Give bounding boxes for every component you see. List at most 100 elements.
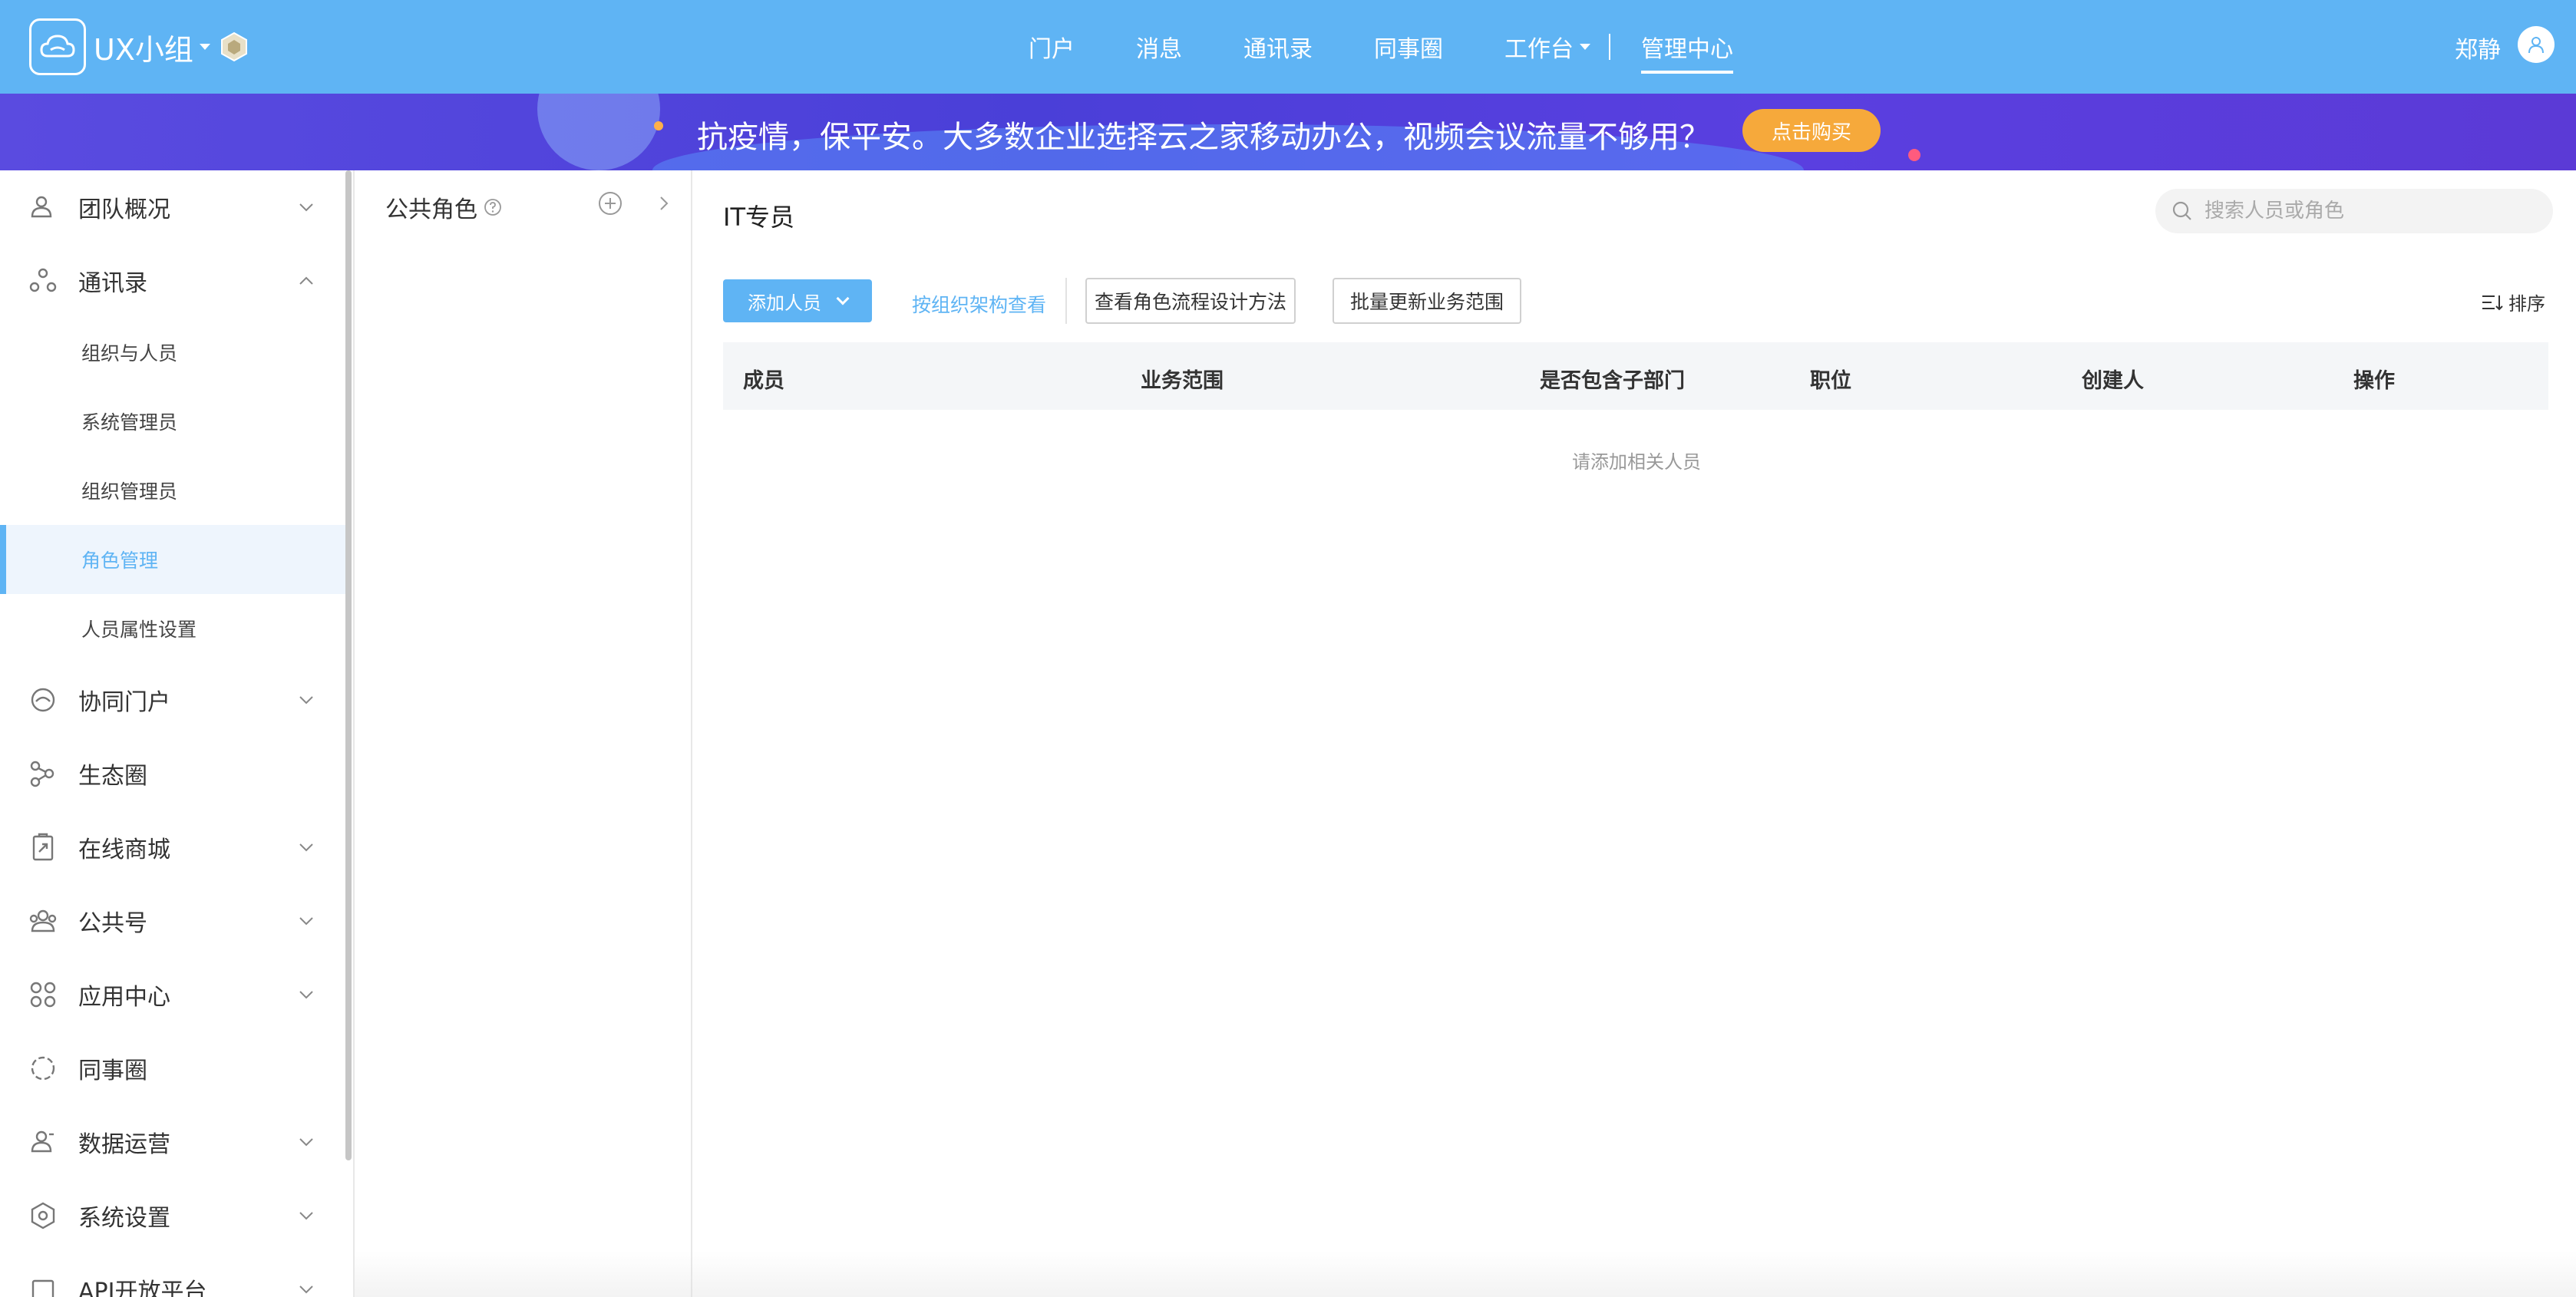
sidebar-subitem-label: 人员属性设置 <box>81 619 197 641</box>
data-ops-icon <box>31 1130 54 1153</box>
banner-dot <box>1908 149 1920 161</box>
ecosystem-icon <box>30 761 54 787</box>
nav-messages[interactable]: 消息 <box>1136 0 1182 94</box>
sort-icon <box>2482 295 2503 310</box>
portal-icon <box>31 688 55 712</box>
column-member: 成员 <box>743 369 784 393</box>
cloud-logo-icon <box>29 18 86 75</box>
settings-icon <box>31 1202 55 1229</box>
sidebar-item-team-overview[interactable]: 团队概况 <box>0 170 345 244</box>
sidebar-scrollbar[interactable] <box>345 170 352 1160</box>
sidebar-item-api-platform[interactable]: API开放平台 <box>0 1252 345 1297</box>
sidebar-item-shop[interactable]: 在线商城 <box>0 810 345 884</box>
chevron-down-icon <box>299 917 313 926</box>
nav-contacts-label: 通讯录 <box>1243 36 1313 63</box>
nav-portal-label: 门户 <box>1029 36 1075 63</box>
table-header: 成员 业务范围 是否包含子部门 职位 创建人 操作 <box>723 342 2548 410</box>
sidebar-item-app-center[interactable]: 应用中心 <box>0 958 345 1031</box>
chevron-down-icon <box>299 991 313 999</box>
sidebar-item-label: 协同门户 <box>78 689 170 716</box>
caret-down-icon <box>1580 44 1590 50</box>
add-role-icon[interactable] <box>597 190 623 216</box>
view-flow-design-button[interactable]: 查看角色流程设计方法 <box>1085 278 1296 324</box>
nav-colleague-circle-label: 同事圈 <box>1374 36 1443 63</box>
shop-icon <box>32 833 54 861</box>
sidebar-item-contacts[interactable]: 通讯录 <box>0 244 345 318</box>
caret-down-icon[interactable] <box>199 44 210 50</box>
sidebar-subitem-person-attributes[interactable]: 人员属性设置 <box>0 594 345 663</box>
team-switcher[interactable]: UX小组 <box>29 18 250 75</box>
sidebar-subitem-label: 角色管理 <box>81 549 159 572</box>
chevron-up-icon <box>299 276 313 285</box>
chevron-down-icon <box>836 292 850 305</box>
apps-icon <box>30 982 56 1008</box>
column-actions: 操作 <box>2353 369 2395 393</box>
sidebar: 团队概况 通讯录 组织与人员 系统管理员 组织管理员 角色管理 人员属性设置 协… <box>0 170 355 1297</box>
sidebar-item-ecosystem[interactable]: 生态圈 <box>0 737 345 810</box>
roles-panel-title[interactable]: 公共角色 <box>385 190 502 224</box>
nav-admin-center-label: 管理中心 <box>1641 36 1733 63</box>
chevron-right-icon[interactable] <box>654 193 674 213</box>
search-icon <box>2172 201 2191 220</box>
sidebar-item-colleague-circle[interactable]: 同事圈 <box>0 1031 345 1105</box>
nav-colleague-circle[interactable]: 同事圈 <box>1374 0 1443 94</box>
nav-admin-center[interactable]: 管理中心 <box>1641 0 1733 94</box>
toolbar-divider <box>1065 278 1067 324</box>
chevron-down-icon <box>299 696 313 705</box>
add-member-button[interactable]: 添加人员 <box>723 279 872 322</box>
avatar[interactable] <box>2518 26 2555 63</box>
sidebar-item-label: 公共号 <box>78 910 147 937</box>
column-business-scope: 业务范围 <box>1141 369 1224 393</box>
chevron-down-icon <box>299 1138 313 1147</box>
user-icon <box>2528 37 2544 54</box>
sidebar-subitem-role-management[interactable]: 角色管理 <box>0 525 345 594</box>
chevron-down-icon <box>299 843 313 852</box>
nav-workbench[interactable]: 工作台 <box>1504 0 1590 94</box>
search-input[interactable] <box>2204 200 2527 223</box>
promo-banner[interactable]: 抗疫情，保平安。大多数企业选择云之家移动办公，视频会议流量不够用？ 点击购买 <box>0 94 2576 170</box>
sidebar-item-system-settings[interactable]: 系统设置 <box>0 1179 345 1252</box>
sidebar-subitem-org-admins[interactable]: 组织管理员 <box>0 456 345 525</box>
chevron-down-icon <box>299 1212 313 1220</box>
nav-divider <box>1609 34 1610 60</box>
api-icon <box>31 1279 54 1297</box>
buy-button[interactable]: 点击购买 <box>1742 109 1881 152</box>
sidebar-subitem-label: 组织与人员 <box>81 342 178 365</box>
contacts-icon <box>29 268 57 292</box>
sidebar-subitem-org-people[interactable]: 组织与人员 <box>0 318 345 387</box>
empty-state-text: 请添加相关人员 <box>1572 451 1701 473</box>
bottom-shadow <box>355 1251 2576 1297</box>
top-navbar: UX小组 门户 消息 通讯录 同事圈 工作台 管理中心 郑静 <box>0 0 2576 94</box>
sidebar-item-label: 在线商城 <box>78 837 170 863</box>
sidebar-item-label: 团队概况 <box>78 196 170 223</box>
help-icon[interactable] <box>484 198 502 216</box>
team-name[interactable]: UX小组 <box>94 26 193 68</box>
view-by-org-link[interactable]: 按组织架构查看 <box>912 290 1046 318</box>
nav-portal[interactable]: 门户 <box>1029 0 1075 94</box>
sidebar-subitem-label: 系统管理员 <box>81 411 178 434</box>
roles-panel: 公共角色 <box>355 170 692 1297</box>
user-name[interactable]: 郑静 <box>2455 31 2501 64</box>
sidebar-item-portal[interactable]: 协同门户 <box>0 663 345 737</box>
banner-dot <box>654 121 663 130</box>
chevron-down-icon <box>299 1285 313 1294</box>
sidebar-subitem-system-admins[interactable]: 系统管理员 <box>0 387 345 456</box>
sidebar-item-public-account[interactable]: 公共号 <box>0 884 345 958</box>
sidebar-item-label: 数据运营 <box>78 1131 170 1158</box>
sidebar-item-data-ops[interactable]: 数据运营 <box>0 1105 345 1179</box>
sidebar-item-label: 系统设置 <box>78 1205 170 1232</box>
colleague-circle-icon <box>31 1056 55 1081</box>
sidebar-subitem-label: 组织管理员 <box>81 480 178 503</box>
sidebar-item-label: 生态圈 <box>78 763 147 790</box>
column-creator: 创建人 <box>2082 369 2144 393</box>
banner-decoration <box>537 94 660 170</box>
batch-update-scope-button[interactable]: 批量更新业务范围 <box>1333 278 1521 324</box>
sort-button[interactable]: 排序 <box>2481 289 2545 315</box>
add-member-label: 添加人员 <box>748 292 821 314</box>
page-title: IT专员 <box>723 203 794 232</box>
sidebar-item-label: 通讯录 <box>78 270 147 297</box>
nav-contacts[interactable]: 通讯录 <box>1243 0 1313 94</box>
team-icon <box>31 196 52 218</box>
column-include-sub-dept: 是否包含子部门 <box>1540 369 1685 393</box>
search-box[interactable] <box>2155 189 2553 233</box>
